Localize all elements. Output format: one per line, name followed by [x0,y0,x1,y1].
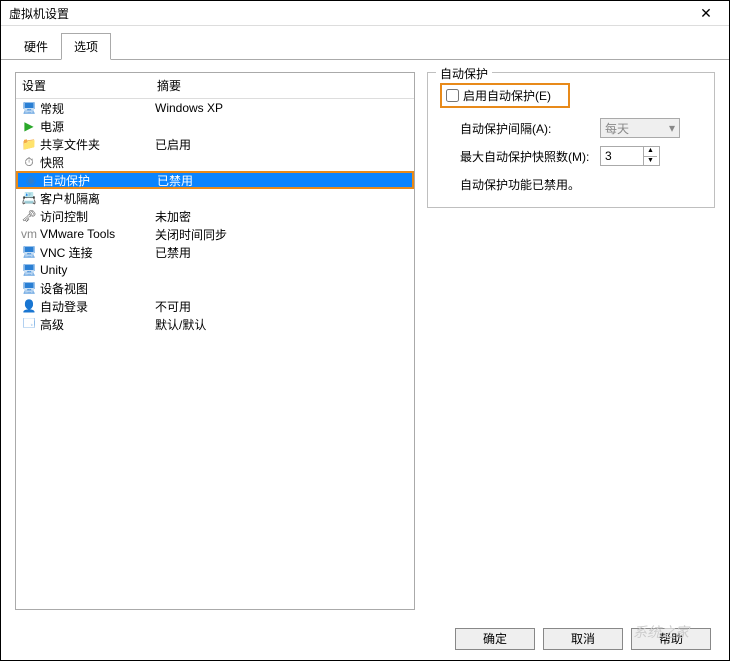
interval-select[interactable]: 每天 ▾ [600,118,680,138]
item-icon: 🗝 [20,209,38,223]
item-icon: ⏱ [20,155,38,170]
list-item-自动保护[interactable]: ◉自动保护已禁用 [16,171,414,189]
list-item-设备视图[interactable]: 🖥设备视图 [16,279,414,297]
item-icon: ▶ [20,119,38,133]
close-icon[interactable]: ✕ [691,5,721,22]
item-summary: 不可用 [155,298,410,315]
spin-down-icon[interactable]: ▼ [644,157,657,166]
list-item-Unity[interactable]: 🖥Unity [16,261,414,279]
settings-list: 设置 摘要 🖥常规Windows XP▶电源📁共享文件夹已启用⏱快照◉自动保护已… [15,72,415,610]
item-name: 设备视图 [38,280,155,297]
item-summary: 已禁用 [155,244,410,261]
list-item-快照[interactable]: ⏱快照 [16,153,414,171]
item-summary: 已启用 [155,136,410,153]
window-title: 虚拟机设置 [9,5,691,22]
chevron-down-icon: ▾ [669,121,675,135]
item-icon: 👤 [20,299,38,313]
list-item-访问控制[interactable]: 🗝访问控制未加密 [16,207,414,225]
tab-hardware[interactable]: 硬件 [11,33,61,60]
item-name: 自动登录 [38,298,155,315]
help-button[interactable]: 帮助 [631,628,711,650]
max-snapshots-spinner[interactable]: ▲ ▼ [600,146,660,166]
item-icon: ◉ [22,173,40,187]
group-title: 自动保护 [436,65,492,82]
item-icon: 🖥 [20,281,38,295]
item-name: VNC 连接 [38,244,155,261]
interval-label: 自动保护间隔(A): [460,120,600,137]
item-icon: 🖥 [20,101,38,115]
list-header: 设置 摘要 [16,73,414,99]
item-name: 自动保护 [40,172,157,189]
item-summary: Windows XP [155,101,410,115]
item-icon: vm [20,227,38,241]
item-name: Unity [38,263,155,277]
col-name: 设置 [22,77,157,94]
spin-up-icon[interactable]: ▲ [644,147,657,157]
tabs: 硬件 选项 [1,26,729,60]
item-name: 访问控制 [38,208,155,225]
item-icon: 📇 [20,191,38,205]
item-icon: 🖥 [20,245,38,259]
item-icon: 🖥 [20,263,38,277]
item-name: 常规 [38,100,155,117]
col-summary: 摘要 [157,77,408,94]
item-name: 电源 [38,118,155,135]
enable-autoprotect-checkbox[interactable]: 启用自动保护(E) [440,83,570,108]
max-snapshots-label: 最大自动保护快照数(M): [460,148,600,165]
status-text: 自动保护功能已禁用。 [460,176,702,193]
item-icon: 📁 [20,137,38,151]
item-icon: 🗔 [20,314,38,335]
list-item-高级[interactable]: 🗔高级默认/默认 [16,315,414,333]
list-item-常规[interactable]: 🖥常规Windows XP [16,99,414,117]
item-summary: 关闭时间同步 [155,226,410,243]
item-name: 共享文件夹 [38,136,155,153]
list-item-VNC 连接[interactable]: 🖥VNC 连接已禁用 [16,243,414,261]
list-item-VMware Tools[interactable]: vmVMware Tools关闭时间同步 [16,225,414,243]
enable-checkbox-input[interactable] [446,89,459,102]
list-item-自动登录[interactable]: 👤自动登录不可用 [16,297,414,315]
item-name: VMware Tools [38,227,155,241]
cancel-button[interactable]: 取消 [543,628,623,650]
ok-button[interactable]: 确定 [455,628,535,650]
tab-options[interactable]: 选项 [61,33,111,60]
enable-label: 启用自动保护(E) [463,87,551,104]
list-item-共享文件夹[interactable]: 📁共享文件夹已启用 [16,135,414,153]
item-name: 高级 [38,316,155,333]
item-name: 客户机隔离 [38,190,155,207]
autoprotect-group: 自动保护 启用自动保护(E) 自动保护间隔(A): 每天 ▾ 最大自动保护快照数… [427,72,715,208]
item-summary: 已禁用 [157,172,408,189]
item-name: 快照 [38,154,155,171]
list-item-电源[interactable]: ▶电源 [16,117,414,135]
list-item-客户机隔离[interactable]: 📇客户机隔离 [16,189,414,207]
interval-value: 每天 [605,120,629,137]
max-snapshots-input[interactable] [601,147,643,165]
item-summary: 未加密 [155,208,410,225]
item-summary: 默认/默认 [155,316,410,333]
